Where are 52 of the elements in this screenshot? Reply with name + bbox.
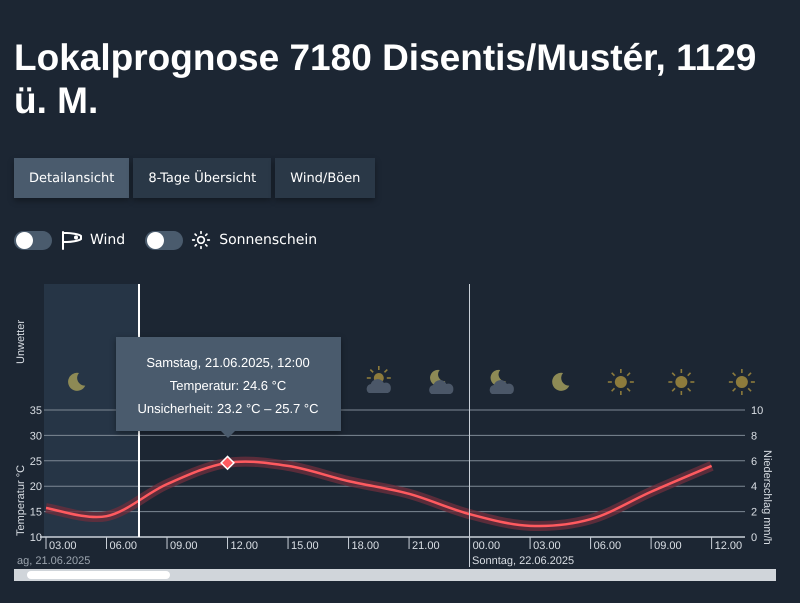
toggle-label: Sonnenschein — [219, 232, 318, 248]
axis-label: 0 — [751, 532, 758, 544]
axis-label: 10 — [751, 405, 764, 417]
tooltip-text: Unsicherheit: 23.2 °C – 25.7 °C — [138, 400, 318, 416]
sun-icon — [728, 369, 755, 395]
axis-label: 25 — [30, 456, 42, 468]
page-title: Lokalprognose 7180 Disentis/Mustér, 1129 ü. M. — [14, 36, 758, 122]
axis-label: 03.00 — [49, 540, 77, 552]
view-tab[interactable]: Detailansicht — [14, 158, 130, 198]
toggle-switch[interactable] — [145, 230, 184, 250]
view-tab[interactable]: Wind/Böen — [275, 158, 376, 198]
sun-icon — [668, 369, 694, 395]
axis-label: 12.00 — [714, 540, 742, 552]
axis-label: 21.00 — [412, 540, 440, 552]
axis-label: 10 — [30, 532, 42, 544]
axis-label: 35 — [30, 405, 42, 417]
sun-icon — [608, 369, 634, 395]
axis-label: 8 — [751, 430, 758, 442]
date-label: ag, 21.06.2025 — [17, 555, 90, 567]
moon-cloud-icon — [429, 370, 454, 394]
sun-icon — [191, 230, 212, 250]
moon-icon — [552, 372, 570, 391]
axis-title: Temperatur °C — [15, 464, 27, 536]
axis-label: 2 — [751, 506, 758, 519]
axis-label: 09.00 — [170, 540, 198, 552]
axis-label: 15 — [30, 506, 42, 519]
sun-cloud-icon — [366, 366, 391, 393]
tooltip-text: Temperatur: 24.6 °C — [170, 378, 286, 393]
axis-label: 06.00 — [594, 540, 622, 552]
toggle-label: Wind — [90, 232, 126, 248]
tooltip-text: Samstag, 21.06.2025, 12:00 — [146, 354, 310, 370]
moon-icon — [68, 372, 86, 391]
axis-label: 4 — [751, 481, 758, 494]
date-label: Sonntag, 22.06.2025 — [472, 555, 574, 567]
axis-title: Niederschlag mm/h — [761, 450, 773, 545]
axis-label: 30 — [30, 430, 42, 442]
windsock-icon — [60, 230, 82, 250]
axis-label: 15.00 — [291, 540, 319, 552]
data-point-marker — [220, 455, 235, 470]
toggle-switch[interactable] — [14, 230, 52, 250]
axis-label: 03.00 — [533, 540, 561, 552]
axis-label: 12.00 — [230, 540, 258, 552]
axis-label: 06.00 — [110, 540, 138, 552]
scrollbar-thumb[interactable] — [27, 571, 170, 579]
storm-label: Unwetter — [15, 320, 27, 364]
axis-label: 09.00 — [654, 540, 682, 552]
axis-label: 6 — [751, 456, 758, 468]
moon-cloud-icon — [490, 370, 514, 394]
axis-label: 00.00 — [472, 540, 500, 552]
view-tab[interactable]: 8-Tage Übersicht — [133, 158, 272, 198]
axis-label: 20 — [30, 481, 42, 494]
axis-label: 18.00 — [352, 540, 380, 552]
